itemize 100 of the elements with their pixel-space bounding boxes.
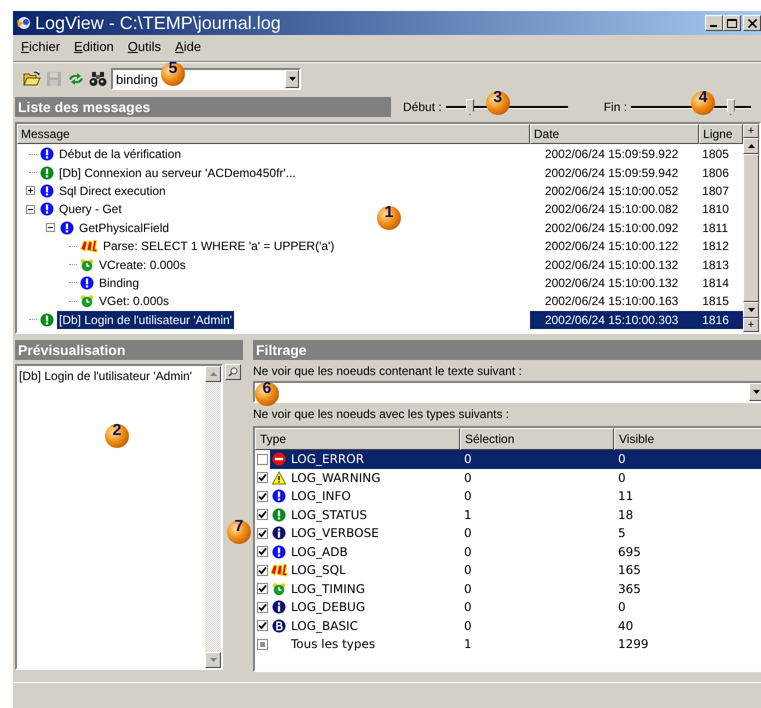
type-row[interactable]: LOG_ERROR 0 0	[270, 450, 761, 468]
menu-item[interactable]: Fichier	[15, 38, 68, 54]
exclamation-icon	[80, 276, 94, 290]
column-header[interactable]: Date	[530, 124, 700, 144]
preview-text-area[interactable]: [Db] Login de l'utilisateur 'Admin' 2	[15, 364, 223, 670]
dropdown-icon	[752, 390, 760, 394]
scroll-up-button[interactable]	[205, 366, 221, 382]
message-item[interactable]: [Db] Connexion au serveur 'ACDemo450fr'...	[57, 164, 298, 182]
down-arrow-icon	[210, 658, 216, 662]
slider-label: Début :	[403, 100, 442, 114]
visible-count: 11	[617, 489, 634, 504]
exclamation-icon	[40, 147, 54, 162]
down-arrow-icon	[748, 308, 754, 312]
exclamation-icon	[40, 184, 54, 198]
type-name: LOG_ADB	[291, 544, 348, 559]
type-row[interactable]: LOG_ADB 0 695	[270, 542, 761, 561]
column-header[interactable]: Sélection	[460, 428, 614, 450]
message-item[interactable]: Query - Get	[57, 200, 124, 218]
selection-count: 0	[463, 452, 473, 466]
open-folder-icon	[23, 71, 41, 87]
column-header[interactable]: Message	[17, 124, 530, 144]
message-item[interactable]: Début de la vérification	[57, 145, 184, 164]
checkbox[interactable]	[257, 564, 268, 576]
checkbox[interactable]	[257, 454, 268, 465]
refresh-icon	[67, 72, 85, 86]
visible-count: 5	[617, 526, 627, 540]
checkbox[interactable]	[257, 546, 268, 558]
message-item[interactable]: GetPhysicalField	[77, 218, 172, 237]
close-icon	[748, 18, 756, 28]
type-row[interactable]: LOG_BASIC 0 40	[270, 616, 761, 635]
selection-count: 0	[463, 563, 473, 578]
checkbox[interactable]	[257, 528, 268, 539]
checkbox[interactable]	[257, 509, 268, 520]
row-add-button[interactable]: +	[743, 318, 759, 332]
slider-thumb[interactable]	[466, 99, 474, 115]
message-item[interactable]: Binding	[97, 274, 142, 292]
checkbox[interactable]	[257, 638, 268, 650]
window-title: LogView - C:\TEMP\journal.log	[35, 12, 282, 34]
message-item[interactable]: Sql Direct execution	[57, 182, 168, 200]
filter-label: Ne voir que les noeuds contenant le texte suivant :	[253, 364, 523, 378]
info-icon	[272, 526, 286, 540]
maximize-button[interactable]	[723, 15, 741, 31]
message-item[interactable]: [Db] Login de l'utilisateur 'Admin'	[57, 310, 234, 329]
type-row[interactable]: LOG_STATUS 1 18	[270, 506, 761, 524]
type-row[interactable]: LOG_INFO 0 11	[270, 487, 761, 506]
exclamation-icon	[40, 202, 54, 216]
menu-item[interactable]: Outils	[122, 38, 170, 54]
scroll-up-button[interactable]	[743, 138, 759, 154]
checkbox[interactable]	[257, 620, 268, 632]
type-row[interactable]: LOG_SQL 0 165	[270, 561, 761, 580]
close-button[interactable]	[743, 15, 761, 31]
callout-marker: 7	[227, 520, 251, 544]
callout-marker: 4	[691, 91, 716, 115]
alarm-clock-icon	[80, 258, 94, 272]
alarm-clock-icon	[272, 582, 286, 596]
menu-item[interactable]: Aide	[169, 38, 210, 54]
slider-thumb[interactable]	[726, 99, 735, 115]
filter-label: Ne voir que les noeuds avec les types suivants :	[253, 407, 510, 421]
stop-icon	[272, 452, 286, 466]
dropdown-icon	[288, 77, 296, 81]
expand-icon[interactable]	[26, 186, 34, 196]
zoom-button[interactable]	[225, 364, 241, 380]
callout-marker: 1	[377, 206, 401, 230]
scroll-down-button[interactable]	[205, 652, 221, 668]
collapse-icon[interactable]	[26, 204, 34, 214]
preview-text: [Db] Login de l'utilisateur 'Admin'	[19, 369, 192, 383]
dropdown-button[interactable]	[285, 70, 299, 88]
message-item[interactable]: VCreate: 0.000s	[97, 256, 188, 274]
message-item[interactable]: Parse: SELECT 1 WHERE 'a' = UPPER('a')	[101, 237, 336, 256]
date-cell: 2002/06/24 15:10:00.303	[530, 310, 700, 329]
checkbox[interactable]	[257, 602, 268, 613]
checkbox[interactable]	[257, 583, 268, 594]
type-row[interactable]: LOG_VERBOSE 0 5	[270, 524, 761, 542]
type-row[interactable]: LOG_TIMING 0 365	[270, 580, 761, 598]
column-add-button[interactable]: +	[743, 124, 759, 138]
column-header[interactable]: Ligne	[699, 124, 744, 144]
line-cell-text: 1810	[701, 201, 730, 218]
type-name: LOG_ERROR	[291, 452, 364, 466]
info-icon	[272, 600, 286, 614]
date-cell-text: 2002/06/24 15:10:00.163	[544, 293, 680, 310]
menu-item[interactable]: Edition	[68, 38, 122, 54]
type-row[interactable]: LOG_WARNING 0 0	[270, 468, 761, 487]
collapse-icon[interactable]	[46, 223, 54, 232]
app-icon	[15, 15, 33, 31]
exclamation-icon	[40, 312, 54, 327]
sql-icon	[80, 239, 98, 254]
column-header[interactable]: Visible	[614, 428, 761, 450]
column-header[interactable]: Type	[255, 428, 460, 450]
dropdown-button[interactable]	[749, 383, 761, 401]
minimize-button[interactable]	[705, 15, 723, 31]
line-cell-text: 1813	[701, 256, 730, 274]
type-row[interactable]: LOG_DEBUG 0 0	[270, 598, 761, 616]
text-filter-combobox[interactable]	[253, 381, 761, 403]
message-item[interactable]: VGet: 0.000s	[97, 292, 172, 310]
scroll-down-button[interactable]	[743, 302, 759, 318]
scrollbar-thumb[interactable]	[743, 154, 759, 302]
section-header: Filtrage	[253, 340, 761, 360]
type-row[interactable]: Tous les types 1 1299	[270, 635, 761, 654]
checkbox[interactable]	[257, 472, 268, 484]
checkbox[interactable]	[257, 490, 268, 502]
